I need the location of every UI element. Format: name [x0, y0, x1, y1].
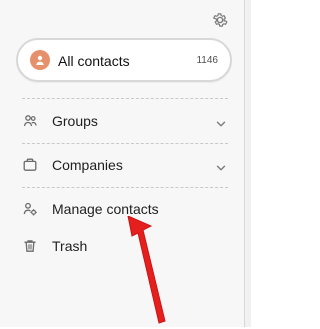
manage-contacts-icon [22, 201, 38, 217]
section-divider-middle [22, 143, 228, 144]
sidebar-item-label: Manage contacts [52, 201, 159, 217]
groups-icon [22, 113, 38, 129]
briefcase-icon [22, 157, 38, 173]
chevron-down-icon[interactable] [216, 116, 226, 127]
contacts-count: 1146 [196, 55, 218, 66]
trash-icon [22, 238, 38, 254]
chevron-down-icon[interactable] [216, 160, 226, 171]
section-divider-bottom [22, 187, 228, 188]
sidebar-item-label: Groups [52, 113, 98, 129]
all-contacts-label: All contacts [58, 53, 130, 69]
person-icon [30, 50, 50, 70]
sidebar-item-label: Companies [52, 157, 123, 173]
gear-icon[interactable] [211, 11, 229, 29]
red-arrow-icon [114, 215, 174, 324]
window-edge [244, 0, 251, 327]
sidebar-item-label: Trash [52, 238, 88, 254]
sidebar-item-groups[interactable]: Groups [0, 107, 244, 135]
section-divider-top [22, 98, 228, 99]
contacts-drawer: All contacts 1146 Groups Companies Manag… [0, 0, 244, 327]
all-contacts-button[interactable]: All contacts 1146 [16, 38, 232, 82]
sidebar-item-companies[interactable]: Companies [0, 151, 244, 179]
